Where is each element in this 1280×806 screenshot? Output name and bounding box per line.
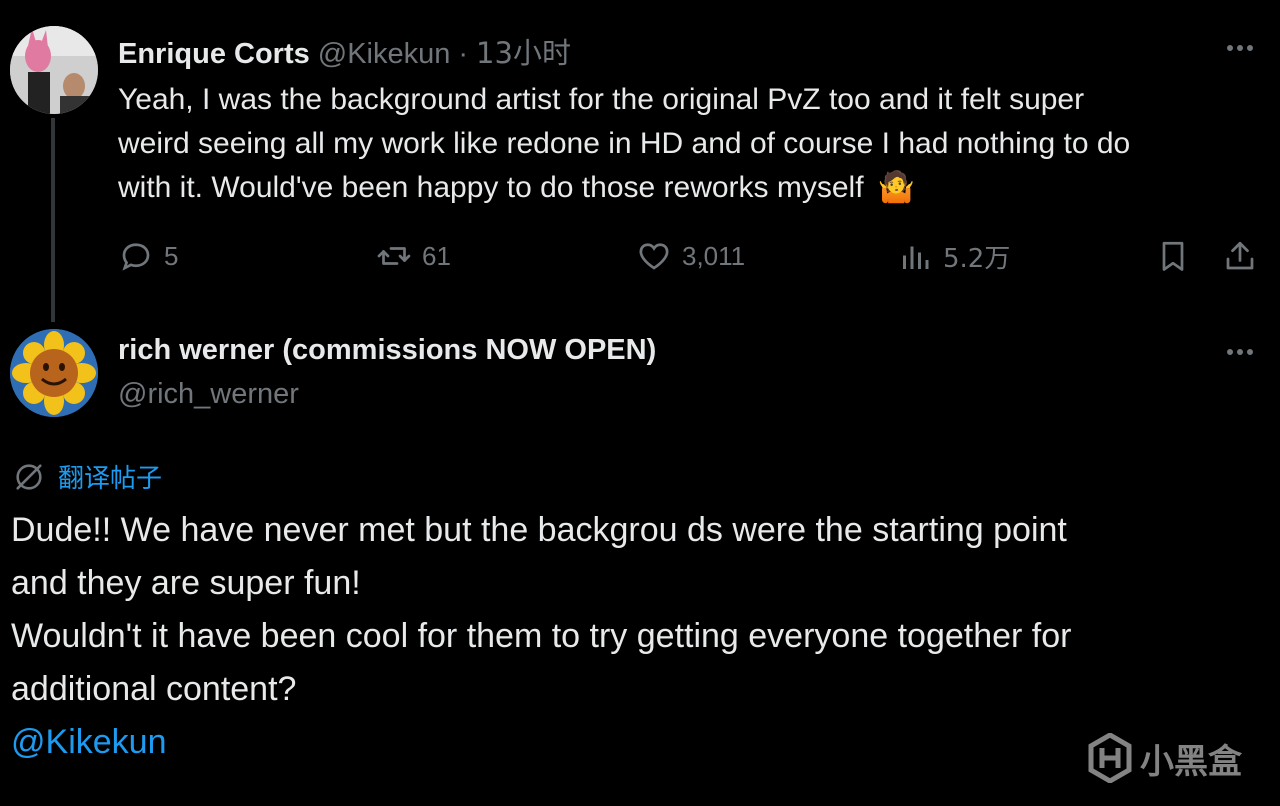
shrug-emoji: 🤷 (877, 171, 916, 204)
tweet2-text-line: and they are super fun! (11, 564, 361, 602)
tweet2-body: Dude!! We have never met but the backgro… (11, 504, 1271, 769)
tweet1-text-line-last: with it. Would've been happy to do those… (118, 166, 1268, 210)
translate-post-label: 翻译帖子 (58, 464, 163, 494)
repost-button[interactable]: 61 (376, 238, 451, 274)
repost-count: 61 (422, 240, 451, 271)
tweet2-text-line: Wouldn't it have been cool for them to t… (11, 617, 1072, 655)
share-button[interactable] (1222, 238, 1258, 279)
tweet1-display-name[interactable]: Enrique Corts (118, 38, 310, 71)
tweet2-text-line: Dude!! We have never met but the backgro… (11, 511, 1067, 549)
tweet1-more-icon[interactable] (1227, 45, 1253, 51)
view-count: 5.2万 (943, 244, 1011, 274)
share-icon (1226, 241, 1254, 270)
bookmark-icon (1162, 241, 1184, 271)
tweet1-text-line: with it. Would've been happy to do those… (118, 171, 864, 204)
views-button[interactable]: 5.2万 (897, 238, 1010, 275)
reply-icon (122, 243, 150, 271)
watermark-text: 小黑盒 (1140, 741, 1242, 782)
tweet1-timestamp[interactable]: 13小时 (476, 30, 571, 72)
tweet1-separator: · (458, 38, 469, 70)
like-button[interactable]: 3,011 (636, 238, 745, 274)
thread-connector-line (51, 118, 55, 322)
avatar-enrique-corts[interactable] (10, 26, 98, 114)
avatar-rich-werner[interactable] (10, 329, 98, 417)
tweet2-text-line: additional content? (11, 670, 297, 708)
tweet1-handle[interactable]: @Kikekun (318, 38, 451, 71)
reply-button[interactable]: 5 (118, 238, 178, 274)
tweet1-header: Enrique Corts @Kikekun · 13小时 (118, 30, 571, 70)
heart-icon (639, 243, 669, 270)
tweet1-text-line: weird seeing all my work like redone in … (118, 127, 1131, 160)
reply-count: 5 (164, 240, 179, 271)
tweet2-handle[interactable]: @rich_werner (118, 378, 299, 411)
tweet1-body: Yeah, I was the background artist for th… (118, 78, 1268, 210)
tweet2-more-icon[interactable] (1227, 349, 1253, 355)
tweet2-display-name[interactable]: rich werner (commissions NOW OPEN) (118, 334, 656, 367)
translate-post-button[interactable]: 翻译帖子 (12, 458, 162, 495)
watermark: 小黑盒 (1088, 733, 1242, 783)
analytics-icon (903, 246, 929, 269)
mention-link[interactable]: @Kikekun (11, 716, 1271, 769)
bookmark-button[interactable] (1155, 238, 1191, 279)
repost-icon (377, 247, 411, 265)
tweet1-text-line: Yeah, I was the background artist for th… (118, 83, 1085, 116)
like-count: 3,011 (682, 240, 746, 271)
translate-icon (16, 463, 42, 490)
xiaoheihe-logo-icon (1088, 733, 1132, 783)
